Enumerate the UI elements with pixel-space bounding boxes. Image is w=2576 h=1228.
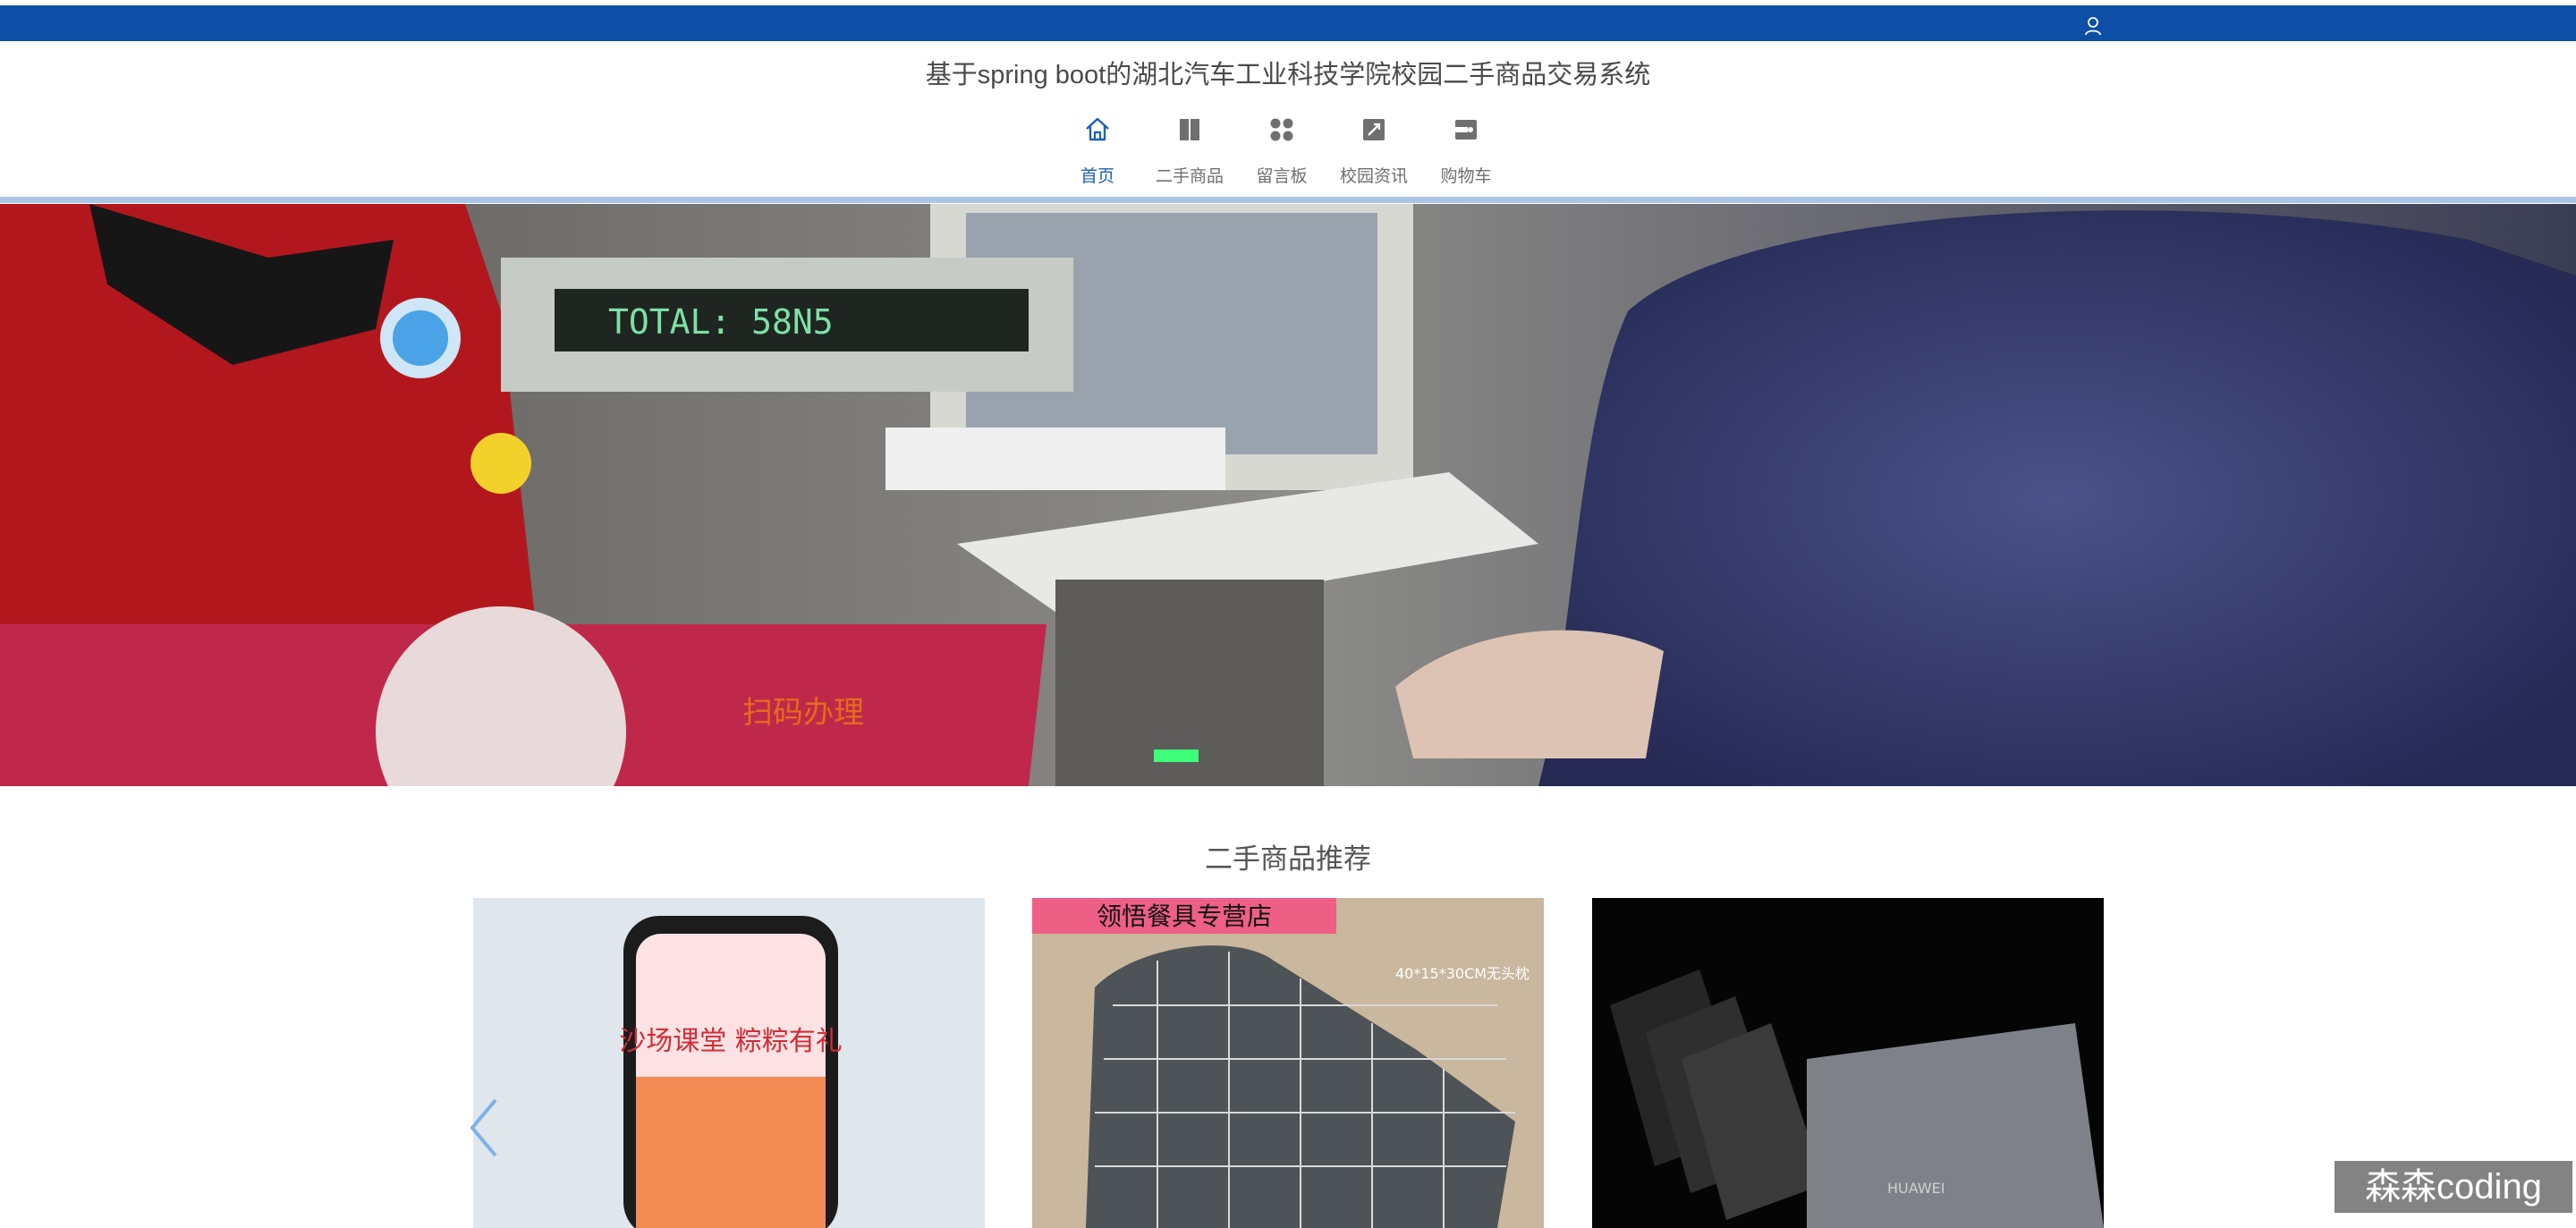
product-image: HUAWEI [1592,898,2104,1228]
product-image-text: HUAWEI [1887,1180,1945,1197]
product-image-text: 沙场课堂 粽粽有礼 [619,1026,843,1057]
nav-item-label: 留言板 [1256,167,1308,186]
product-card[interactable]: 沙场课堂 粽粽有礼 [473,898,985,1228]
nav-item-label: 首页 [1080,167,1114,186]
banner-image: TOTAL: 58N5 扫码办理 [0,204,2576,786]
display-text: TOTAL: 58N5 [608,302,834,342]
product-card[interactable]: 领悟餐具专营店 40*15*30CM无头枕 [1032,898,1544,1228]
watermark: 森森coding [2334,1161,2572,1213]
product-card[interactable]: HUAWEI [1592,898,2104,1228]
sign-text: 扫码办理 [742,695,864,731]
cart-icon [1455,120,1477,140]
product-image: 沙场课堂 粽粽有礼 [473,898,985,1228]
nav-item-label: 二手商品 [1155,167,1224,186]
book-icon [1180,119,1199,140]
nav-item-home[interactable]: 首页 [1053,114,1142,187]
nav-item-products[interactable]: 二手商品 [1145,114,1234,187]
nav-item-cart[interactable]: 购物车 [1421,114,1511,187]
nav-item-news[interactable]: 校园资讯 [1329,114,1419,187]
top-bar [0,5,2576,41]
nav-item-label: 校园资讯 [1339,167,1408,186]
hero-banner: TOTAL: 58N5 扫码办理 [0,204,2576,786]
home-icon [1086,117,1109,141]
nav-item-label: 购物车 [1440,167,1492,186]
size-tag: 40*15*30CM无头枕 [1395,965,1530,982]
section-title: 二手商品推荐 [1205,843,1371,875]
grid-icon [1270,118,1293,141]
nav-separator [0,197,2576,203]
nav-item-messageboard[interactable]: 留言板 [1237,114,1326,187]
product-image: 领悟餐具专营店 40*15*30CM无头枕 [1032,898,1544,1228]
user-icon[interactable] [2081,14,2105,38]
site-title: 基于spring boot的湖北汽车工业科技学院校园二手商品交易系统 [925,61,1651,89]
chevron-left-icon [470,1098,497,1157]
product-image-text: 领悟餐具专营店 [1097,902,1272,931]
carousel-prev-button[interactable] [467,1097,503,1159]
news-icon [1363,119,1385,140]
